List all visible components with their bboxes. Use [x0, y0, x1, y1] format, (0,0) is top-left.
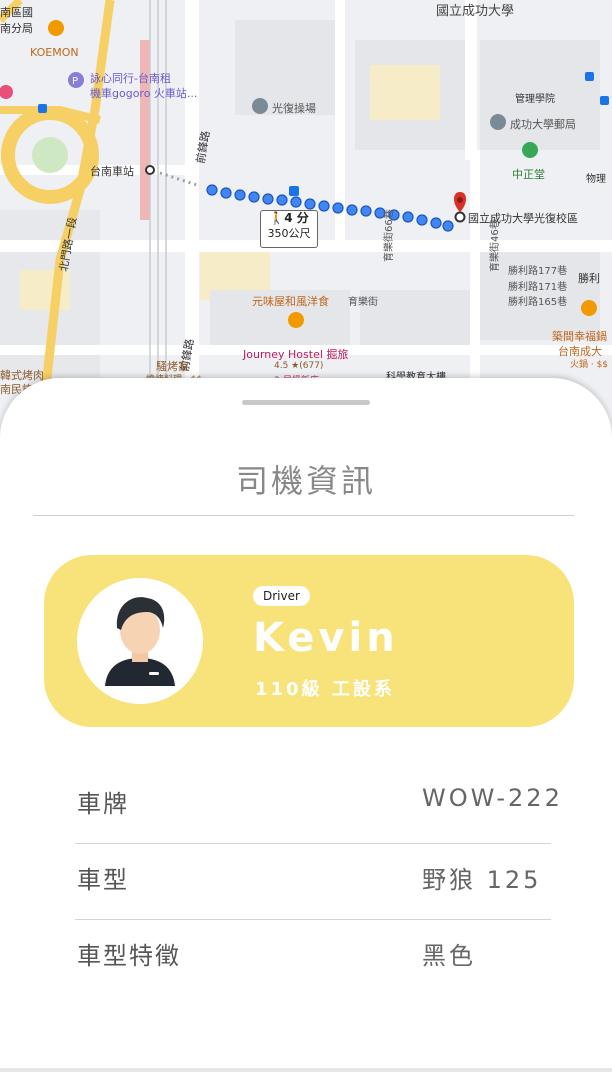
map-label: 南分局 — [0, 22, 33, 35]
map-label: 勝利路177巷 — [508, 266, 568, 277]
plate-value: WOW-222 — [422, 784, 563, 812]
map-label: 4.5 ★(677) — [274, 361, 324, 371]
svg-text:P: P — [72, 76, 78, 87]
person-icon — [77, 578, 203, 704]
map-label: 國立成功大學 — [436, 4, 515, 19]
driver-info-sheet: 司機資訊 Driver Kevin 110級 工設系 車牌 WOW-222 車型… — [0, 378, 612, 1072]
map-label: 台南車站 — [90, 165, 134, 178]
feature-value: 黑色 — [422, 942, 476, 970]
map-label: 勝利路171巷 — [508, 282, 568, 293]
map-label: 管理學院 — [515, 94, 555, 105]
map-label: 光復操場 — [272, 102, 316, 115]
drag-handle[interactable] — [242, 400, 370, 405]
map-label: 育樂街46巷 — [490, 219, 501, 272]
title-divider — [33, 515, 574, 516]
info-row-model: 車型 野狼 125 — [75, 844, 551, 920]
driver-subtitle: 110級 工設系 — [255, 679, 395, 700]
feature-label: 車型特徵 — [77, 942, 181, 970]
map-label: 元味屋和風洋食 — [252, 295, 329, 308]
map-label: 育樂街66巷 — [384, 209, 395, 262]
driver-avatar — [77, 578, 203, 704]
model-label: 車型 — [77, 866, 129, 894]
map-label: 國立成功大學光復校區 — [468, 212, 578, 225]
info-row-plate: 車牌 WOW-222 — [75, 768, 560, 844]
walk-time: 4 分 — [284, 211, 309, 225]
info-row-feature: 車型特徵 黑色 — [75, 920, 551, 996]
map-label: 詠心同行-台南租 — [90, 72, 171, 85]
map-label: 成功大學郵局 — [510, 118, 576, 131]
map-label: 中正堂 — [512, 168, 545, 181]
map-label: 育樂街 — [348, 297, 378, 308]
map-label: 物理 — [586, 174, 606, 185]
map-label: 勝利 — [578, 272, 600, 285]
map-view[interactable]: P 南區國 南分局 KOEMON 詠心同行-台南租 機車gogoro 火車站..… — [0, 0, 612, 440]
sheet-title: 司機資訊 — [235, 462, 376, 500]
map-label: 機車gogoro 火車站... — [90, 87, 198, 100]
map-label: 勝利路165巷 — [508, 297, 568, 308]
map-label: 築間幸福鍋 — [552, 330, 607, 343]
driver-badge: Driver — [253, 586, 310, 606]
map-label: Journey Hostel 掘旅 — [243, 348, 349, 361]
map-label: 南區國 — [0, 6, 33, 19]
model-value: 野狼 125 — [422, 866, 542, 894]
driver-card: Driver Kevin 110級 工設系 — [44, 555, 574, 727]
walk-distance: 350公尺 — [267, 227, 311, 240]
walk-icon: 🚶 — [269, 211, 285, 225]
map-label: 火鍋 · $$ — [570, 360, 609, 370]
driver-name: Kevin — [253, 615, 399, 661]
map-label: KOEMON — [30, 46, 79, 59]
plate-label: 車牌 — [77, 790, 129, 818]
bottom-edge — [0, 1068, 612, 1072]
walking-time-box: 🚶4 分 350公尺 — [260, 210, 318, 248]
